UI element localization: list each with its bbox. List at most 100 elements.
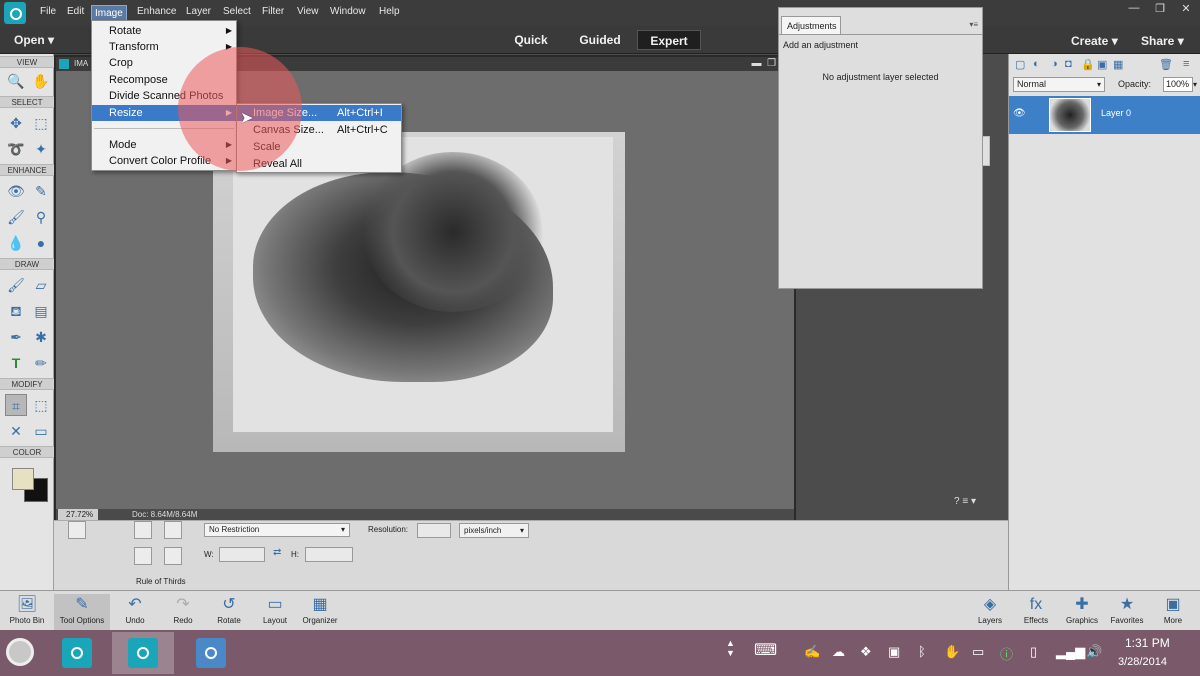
info-icon[interactable]: ⓘ — [1000, 644, 1013, 663]
minimize-icon[interactable]: — — [1124, 2, 1144, 16]
opacity-dropdown-icon[interactable]: ▾ — [1193, 77, 1200, 92]
straighten-tool-icon[interactable]: ▭ — [30, 420, 52, 442]
menu-view[interactable]: View — [297, 6, 319, 17]
trash-icon[interactable]: 🗑 — [1159, 58, 1173, 71]
menu-layer[interactable]: Layer — [186, 6, 211, 17]
menu-item-transform[interactable]: Transform ▶ — [92, 39, 236, 55]
width-input[interactable] — [219, 547, 265, 562]
help-icon[interactable]: ? ≡ ▾ — [954, 496, 976, 507]
layers-button[interactable]: ◈ Layers — [972, 594, 1008, 630]
magic-wand-icon[interactable]: ✦ — [30, 138, 52, 160]
move-tool-icon[interactable]: ✥ — [5, 112, 27, 134]
resolution-input[interactable] — [417, 523, 451, 538]
eyedropper-icon[interactable]: ✒ — [5, 326, 27, 348]
lock-icon[interactable]: 🔒 — [1081, 58, 1095, 71]
menu-item-mode[interactable]: Mode ▶ — [92, 137, 236, 153]
taskbar-app-touch[interactable] — [180, 632, 242, 674]
clone-stamp-icon[interactable]: ⚲ — [30, 206, 52, 228]
grid-fine-icon[interactable] — [164, 521, 182, 539]
menu-item-crop[interactable]: Crop — [92, 55, 236, 71]
taskbar-app-elements-editor[interactable] — [112, 632, 174, 674]
menu-enhance[interactable]: Enhance — [137, 6, 176, 17]
content-move-icon[interactable]: ✕ — [5, 420, 27, 442]
blend-mode-select[interactable]: Normal — [1013, 77, 1105, 92]
more-button[interactable]: ▣ More — [1156, 594, 1190, 630]
sponge-tool-icon[interactable]: ● — [30, 232, 52, 254]
keyboard-icon[interactable]: ⌨ — [754, 640, 777, 660]
canvas-image[interactable] — [213, 132, 625, 452]
menu-item-canvas-size[interactable]: Canvas Size... Alt+Ctrl+C — [237, 122, 401, 138]
tab-expert[interactable]: Expert — [637, 30, 701, 50]
favorites-button[interactable]: ★ Favorites — [1108, 594, 1146, 630]
eraser-tool-icon[interactable]: ▱ — [30, 274, 52, 296]
recompose-tool-icon[interactable]: ⬚ — [30, 394, 52, 416]
display-icon[interactable]: ▣ — [888, 644, 900, 660]
zoom-tool-icon[interactable]: 🔍 — [5, 70, 27, 92]
photo-bin-button[interactable]: 🖼 Photo Bin — [4, 594, 50, 630]
tool-options-button[interactable]: ✎ Tool Options — [54, 594, 110, 630]
opacity-input[interactable]: 100% — [1163, 77, 1193, 92]
overlay-thirds-icon[interactable] — [134, 547, 152, 565]
swap-icon[interactable]: ⇄ — [273, 547, 281, 558]
red-eye-icon[interactable]: 👁 — [5, 180, 27, 202]
crop-tool-icon[interactable]: ⌗ — [5, 394, 27, 416]
menu-select[interactable]: Select — [223, 6, 251, 17]
marquee-tool-icon[interactable]: ⬚ — [30, 112, 52, 134]
menu-item-reveal-all[interactable]: Reveal All — [237, 156, 401, 172]
layer-row[interactable]: 👁 Layer 0 — [1009, 96, 1200, 134]
close-icon[interactable]: ✕ — [1176, 2, 1196, 16]
cloud-icon[interactable]: ☁ — [832, 644, 845, 660]
organizer-button[interactable]: ▦ Organizer — [298, 594, 342, 630]
start-button[interactable] — [6, 638, 34, 666]
resolution-unit-select[interactable]: pixels/inch — [459, 523, 529, 538]
effects-button[interactable]: fx Effects — [1018, 594, 1054, 630]
layout-button[interactable]: ▭ Layout — [256, 594, 294, 630]
share-button[interactable]: Share ▾ — [1141, 34, 1184, 48]
lasso-tool-icon[interactable]: ➰ — [5, 138, 27, 160]
menu-file[interactable]: File — [40, 6, 56, 17]
restore-icon[interactable]: ❐ — [1150, 2, 1170, 16]
clock-time[interactable]: 1:31 PM — [1125, 636, 1170, 650]
signal-icon[interactable]: ▂▄▆ — [1056, 644, 1085, 660]
hand-tool-icon[interactable]: ✋ — [30, 70, 52, 92]
menu-item-scale[interactable]: Scale — [237, 139, 401, 155]
menu-image[interactable]: Image — [91, 5, 127, 21]
app-logo-icon[interactable] — [4, 2, 26, 24]
taskbar-app-elements[interactable] — [46, 632, 108, 674]
tab-quick[interactable]: Quick — [506, 30, 556, 50]
paint-bucket-icon[interactable]: ⛾ — [5, 300, 27, 322]
open-button[interactable]: Open ▾ — [14, 33, 54, 47]
new-layer-icon[interactable]: ▢ — [1015, 58, 1025, 71]
crop-mode-icon[interactable] — [68, 521, 86, 539]
menu-item-recompose[interactable]: Recompose — [92, 72, 236, 88]
panel-menu-icon[interactable]: ≡ — [1183, 58, 1189, 70]
menu-window[interactable]: Window — [330, 6, 366, 17]
grid-overlay-icon[interactable] — [134, 521, 152, 539]
gradient-tool-icon[interactable]: ▤ — [30, 300, 52, 322]
menu-item-divide-scanned[interactable]: Divide Scanned Photos — [92, 88, 236, 104]
smart-brush-icon[interactable]: 🖌 — [5, 206, 27, 228]
menu-item-rotate[interactable]: Rotate ▶ — [92, 23, 236, 39]
fill-layer-icon[interactable]: ◐ — [1033, 58, 1040, 70]
type-tool-icon[interactable]: T — [5, 352, 27, 374]
dropbox-icon[interactable]: ❖ — [860, 644, 872, 660]
clock-date[interactable]: 3/28/2014 — [1118, 656, 1167, 668]
menu-help[interactable]: Help — [379, 6, 400, 17]
foreground-color-swatch[interactable] — [12, 468, 34, 490]
blur-tool-icon[interactable]: 💧 — [5, 232, 27, 254]
battery-icon[interactable]: ▯ — [1030, 644, 1037, 660]
blend-icon[interactable]: ▦ — [1113, 58, 1123, 71]
spot-healing-icon[interactable]: ✎ — [30, 180, 52, 202]
rotate-button[interactable]: ↺ Rotate — [210, 594, 248, 630]
volume-icon[interactable]: 🔊 — [1086, 644, 1102, 660]
bluetooth-icon[interactable]: ᛒ — [918, 644, 926, 659]
brush-tool-icon[interactable]: 🖌 — [5, 274, 27, 296]
tab-guided[interactable]: Guided — [570, 30, 630, 50]
menu-filter[interactable]: Filter — [262, 6, 284, 17]
pencil-tool-icon[interactable]: ✏ — [30, 352, 52, 374]
mask-icon[interactable]: ◘ — [1065, 58, 1072, 70]
redo-button[interactable]: ↷ Redo — [166, 594, 200, 630]
crop-preset-select[interactable]: No Restriction — [204, 523, 350, 537]
menu-item-resize[interactable]: Resize ▶ — [92, 105, 236, 121]
overlay-none-icon[interactable] — [164, 547, 182, 565]
